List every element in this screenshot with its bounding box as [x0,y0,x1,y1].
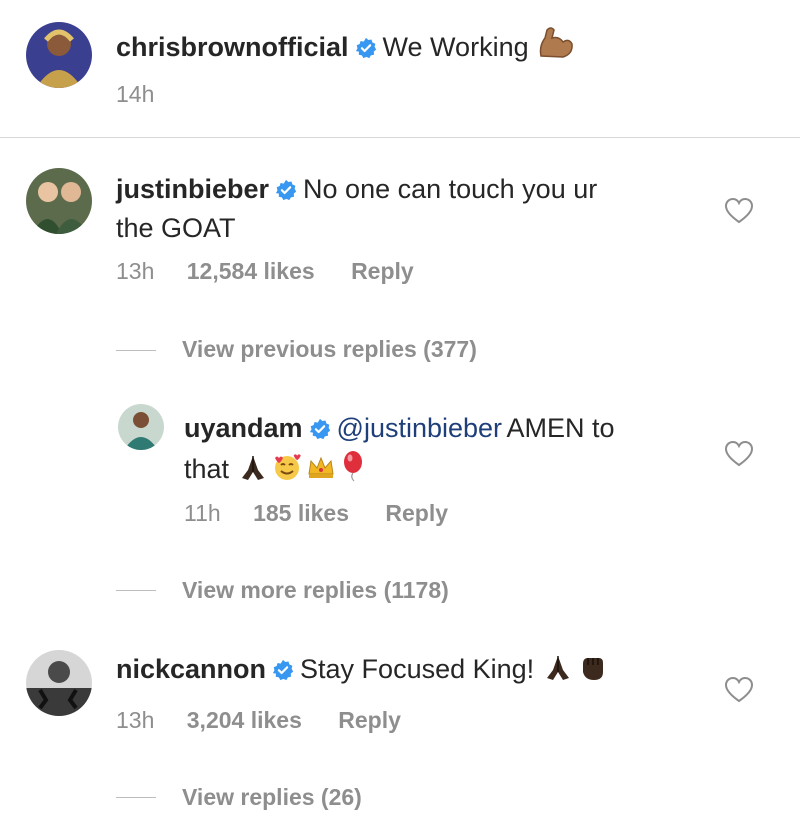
reply-button[interactable]: Reply [385,500,448,526]
divider [0,137,800,138]
comment-username[interactable]: uyandam [184,413,303,443]
comment-avatar-nickcannon[interactable] [26,650,92,716]
like-heart-icon[interactable] [724,197,754,225]
comment-text-continued: the GOAT [116,213,236,243]
like-heart-icon[interactable] [724,440,754,468]
crown-icon [307,456,334,478]
post-author-avatar[interactable] [26,22,92,88]
verified-badge-icon [355,37,376,59]
comment-text: No one can touch you ur [303,174,598,204]
post-caption: We Working [382,32,529,62]
comment-username[interactable]: nickcannon [116,654,266,684]
raised-fist-icon [582,658,603,680]
post-time: 14h [116,81,155,107]
reply-button[interactable]: Reply [351,258,414,284]
verified-badge-icon [275,179,297,201]
folded-hands-icon [546,656,569,680]
flexed-biceps-icon [539,27,573,58]
smiling-face-with-hearts-icon [274,454,301,480]
comment-likes[interactable]: 185 likes [253,500,349,526]
comment-likes[interactable]: 12,584 likes [187,258,315,284]
comment-text: Stay Focused King! [300,654,535,684]
comment-likes[interactable]: 3,204 likes [187,707,302,733]
reply-button[interactable]: Reply [338,707,401,733]
comment-avatar-justinbieber[interactable] [26,168,92,234]
comment-text: AMEN to [506,413,615,443]
mention-link[interactable]: @justinbieber [337,413,503,443]
comment-time: 11h [184,500,221,526]
verified-badge-icon [272,659,294,681]
view-more-replies-button[interactable]: View more replies (1178) [182,577,449,604]
verified-badge-icon [309,418,330,440]
view-replies-line [116,590,156,591]
folded-hands-icon [241,456,264,480]
comment-time: 13h [116,707,155,733]
comment-time: 13h [116,258,155,284]
post-author-username[interactable]: chrisbrownofficial [116,32,349,62]
comment-avatar-uyandam[interactable] [118,404,164,450]
view-replies-line [116,350,156,351]
balloon-icon [343,451,362,482]
view-replies-button[interactable]: View replies (26) [182,784,362,811]
comment-text-continued: that [184,454,230,484]
comment-username[interactable]: justinbieber [116,174,269,204]
view-replies-line [116,797,156,798]
view-previous-replies-button[interactable]: View previous replies (377) [182,336,477,363]
like-heart-icon[interactable] [724,676,754,704]
